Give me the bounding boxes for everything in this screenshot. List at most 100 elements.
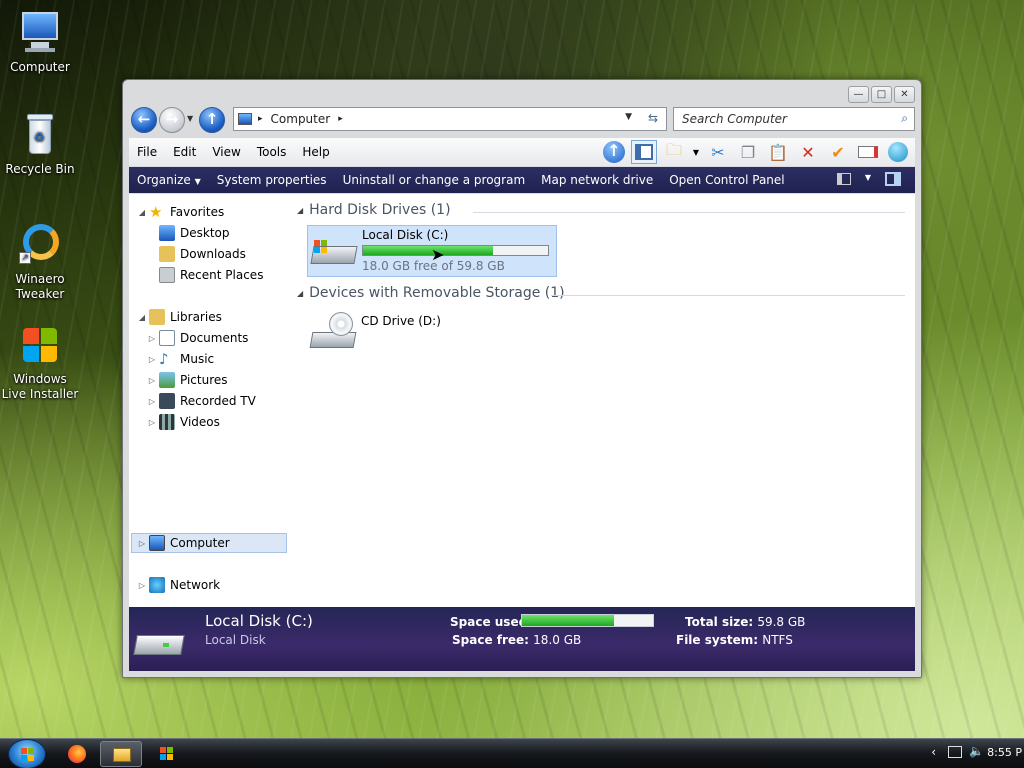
firefox-icon bbox=[68, 745, 86, 763]
collapsed-arrow-icon[interactable]: ▷ bbox=[137, 581, 147, 590]
tree-item-recorded-tv[interactable]: ▷ Recorded TV bbox=[147, 391, 256, 411]
search-icon[interactable]: ⌕ bbox=[901, 111, 908, 126]
maximize-button[interactable]: □ bbox=[871, 86, 892, 103]
tree-libraries[interactable]: ◢ Libraries bbox=[137, 307, 222, 327]
copy-button[interactable]: ❐ bbox=[735, 140, 761, 164]
menu-tools[interactable]: Tools bbox=[249, 145, 295, 159]
collapsed-arrow-icon[interactable]: ▷ bbox=[147, 397, 157, 406]
details-subtitle: Local Disk bbox=[205, 633, 266, 647]
total-size-row: Total size: 59.8 GB bbox=[685, 615, 805, 629]
rename-button[interactable] bbox=[855, 140, 881, 164]
uninstall-program-button[interactable]: Uninstall or change a program bbox=[335, 173, 534, 187]
search-placeholder: Search Computer bbox=[682, 112, 787, 126]
start-button[interactable] bbox=[8, 739, 46, 768]
collapsed-arrow-icon[interactable]: ▷ bbox=[147, 376, 157, 385]
menu-file[interactable]: File bbox=[129, 145, 165, 159]
tree-item-videos[interactable]: ▷ Videos bbox=[147, 412, 220, 432]
show-hidden-icons-button[interactable]: ‹ bbox=[931, 745, 936, 759]
tree-item-pictures[interactable]: ▷ Pictures bbox=[147, 370, 228, 390]
system-properties-button[interactable]: System properties bbox=[209, 173, 335, 187]
desktop-icon-recycle-bin[interactable]: ♻ Recycle Bin bbox=[0, 112, 80, 177]
address-dropdown-icon[interactable]: ▼ bbox=[625, 112, 632, 122]
recorded-tv-icon bbox=[159, 393, 175, 409]
paste-button[interactable]: 📋 bbox=[765, 140, 791, 164]
new-folder-dropdown-icon[interactable]: ▼ bbox=[691, 140, 701, 164]
desktop-icon-windows-live-installer[interactable]: Windows Live Installer bbox=[0, 322, 80, 402]
drive-cd-d[interactable]: CD Drive (D:) bbox=[307, 308, 557, 360]
minimize-button[interactable]: — bbox=[848, 86, 869, 103]
pictures-icon bbox=[159, 372, 175, 388]
menu-edit[interactable]: Edit bbox=[165, 145, 204, 159]
organize-label: Organize bbox=[137, 173, 191, 187]
scissors-icon: ✂ bbox=[711, 142, 725, 162]
tree-computer[interactable]: ▷ Computer bbox=[131, 533, 287, 553]
file-system-label: File system: bbox=[676, 633, 759, 647]
collapse-group-icon[interactable]: ◢ bbox=[297, 206, 303, 215]
explorer-window: — □ ✕ ← → ▼ ↑ ▸ Computer ▸ ▼ ⇆ Search Co… bbox=[122, 79, 922, 678]
clock[interactable]: 8:55 P bbox=[987, 746, 1022, 759]
desktop-icon-computer[interactable]: Computer bbox=[0, 10, 80, 75]
close-button[interactable]: ✕ bbox=[894, 86, 915, 103]
expanded-arrow-icon[interactable]: ◢ bbox=[137, 313, 147, 322]
chevron-down-icon: ▼ bbox=[194, 177, 201, 186]
volume-muted-icon[interactable]: 🔈 bbox=[969, 744, 984, 758]
tree-item-documents[interactable]: ▷ Documents bbox=[147, 328, 248, 348]
up-folder-button[interactable]: ↑ bbox=[601, 140, 627, 164]
delete-button[interactable]: ✕ bbox=[795, 140, 821, 164]
forward-button[interactable]: → bbox=[159, 107, 185, 133]
refresh-icon[interactable]: ⇆ bbox=[648, 111, 658, 125]
group-hard-disk-drives[interactable]: ◢ Hard Disk Drives (1) bbox=[297, 202, 451, 218]
tree-item-desktop[interactable]: Desktop bbox=[157, 223, 230, 243]
preview-pane-icon[interactable] bbox=[885, 172, 901, 186]
recent-pages-dropdown-icon[interactable]: ▼ bbox=[187, 114, 193, 123]
up-button[interactable]: ↑ bbox=[199, 107, 225, 133]
desktop-icon-winaero-tweaker[interactable]: ↗ Winaero Tweaker bbox=[0, 222, 80, 302]
menu-view[interactable]: View bbox=[204, 145, 248, 159]
libraries-icon bbox=[149, 309, 165, 325]
cut-button[interactable]: ✂ bbox=[705, 140, 731, 164]
properties-button[interactable]: ✔ bbox=[825, 140, 851, 164]
view-dropdown-icon[interactable]: ▼ bbox=[865, 173, 871, 182]
collapsed-arrow-icon[interactable]: ▷ bbox=[147, 418, 157, 427]
taskbar-windows-app[interactable] bbox=[146, 741, 188, 767]
view-options-icon[interactable] bbox=[837, 173, 851, 185]
internet-button[interactable] bbox=[885, 140, 911, 164]
group-removable-storage[interactable]: ◢ Devices with Removable Storage (1) bbox=[297, 285, 565, 301]
collapsed-arrow-icon[interactable]: ▷ bbox=[147, 355, 157, 364]
search-box[interactable]: Search Computer ⌕ bbox=[673, 107, 915, 131]
breadcrumb-computer[interactable]: Computer bbox=[271, 112, 331, 126]
network-icon bbox=[149, 577, 165, 593]
tree-label: Music bbox=[180, 352, 215, 366]
breadcrumb-separator-icon: ▸ bbox=[258, 114, 263, 124]
network-tray-icon[interactable] bbox=[948, 746, 962, 758]
tree-item-music[interactable]: ▷ ♪ Music bbox=[147, 349, 214, 369]
desktop-icon-label: Windows Live Installer bbox=[1, 372, 79, 401]
open-control-panel-button[interactable]: Open Control Panel bbox=[661, 173, 792, 187]
tree-label: Favorites bbox=[170, 205, 225, 219]
organize-menu[interactable]: Organize ▼ bbox=[129, 173, 209, 187]
expanded-arrow-icon[interactable]: ◢ bbox=[137, 208, 147, 217]
desktop-icon-label: Recycle Bin bbox=[5, 162, 75, 176]
globe-icon bbox=[888, 142, 908, 162]
address-bar[interactable]: ▸ Computer ▸ ▼ ⇆ bbox=[233, 107, 667, 131]
tree-network[interactable]: ▷ Network bbox=[137, 575, 220, 595]
map-network-drive-button[interactable]: Map network drive bbox=[533, 173, 661, 187]
collapse-group-icon[interactable]: ◢ bbox=[297, 289, 303, 298]
tree-item-downloads[interactable]: Downloads bbox=[157, 244, 246, 264]
new-folder-button[interactable]: 🗀 bbox=[661, 140, 687, 164]
taskbar-firefox[interactable] bbox=[56, 741, 98, 767]
tree-item-recent-places[interactable]: Recent Places bbox=[157, 265, 263, 285]
group-header-label: Hard Disk Drives (1) bbox=[309, 202, 451, 218]
collapsed-arrow-icon[interactable]: ▷ bbox=[147, 334, 157, 343]
menu-help[interactable]: Help bbox=[294, 145, 337, 159]
star-icon: ★ bbox=[149, 203, 163, 221]
back-button[interactable]: ← bbox=[131, 107, 157, 133]
tree-favorites[interactable]: ◢ ★ Favorites bbox=[137, 202, 224, 222]
preview-pane-button[interactable] bbox=[631, 140, 657, 164]
collapsed-arrow-icon[interactable]: ▷ bbox=[137, 539, 147, 548]
details-pane: Local Disk (C:) Local Disk Space used: S… bbox=[129, 607, 915, 671]
arrow-left-icon: ← bbox=[137, 110, 151, 128]
taskbar-explorer[interactable] bbox=[100, 741, 142, 767]
film-icon bbox=[159, 414, 175, 430]
breadcrumb-separator-icon[interactable]: ▸ bbox=[338, 114, 343, 124]
